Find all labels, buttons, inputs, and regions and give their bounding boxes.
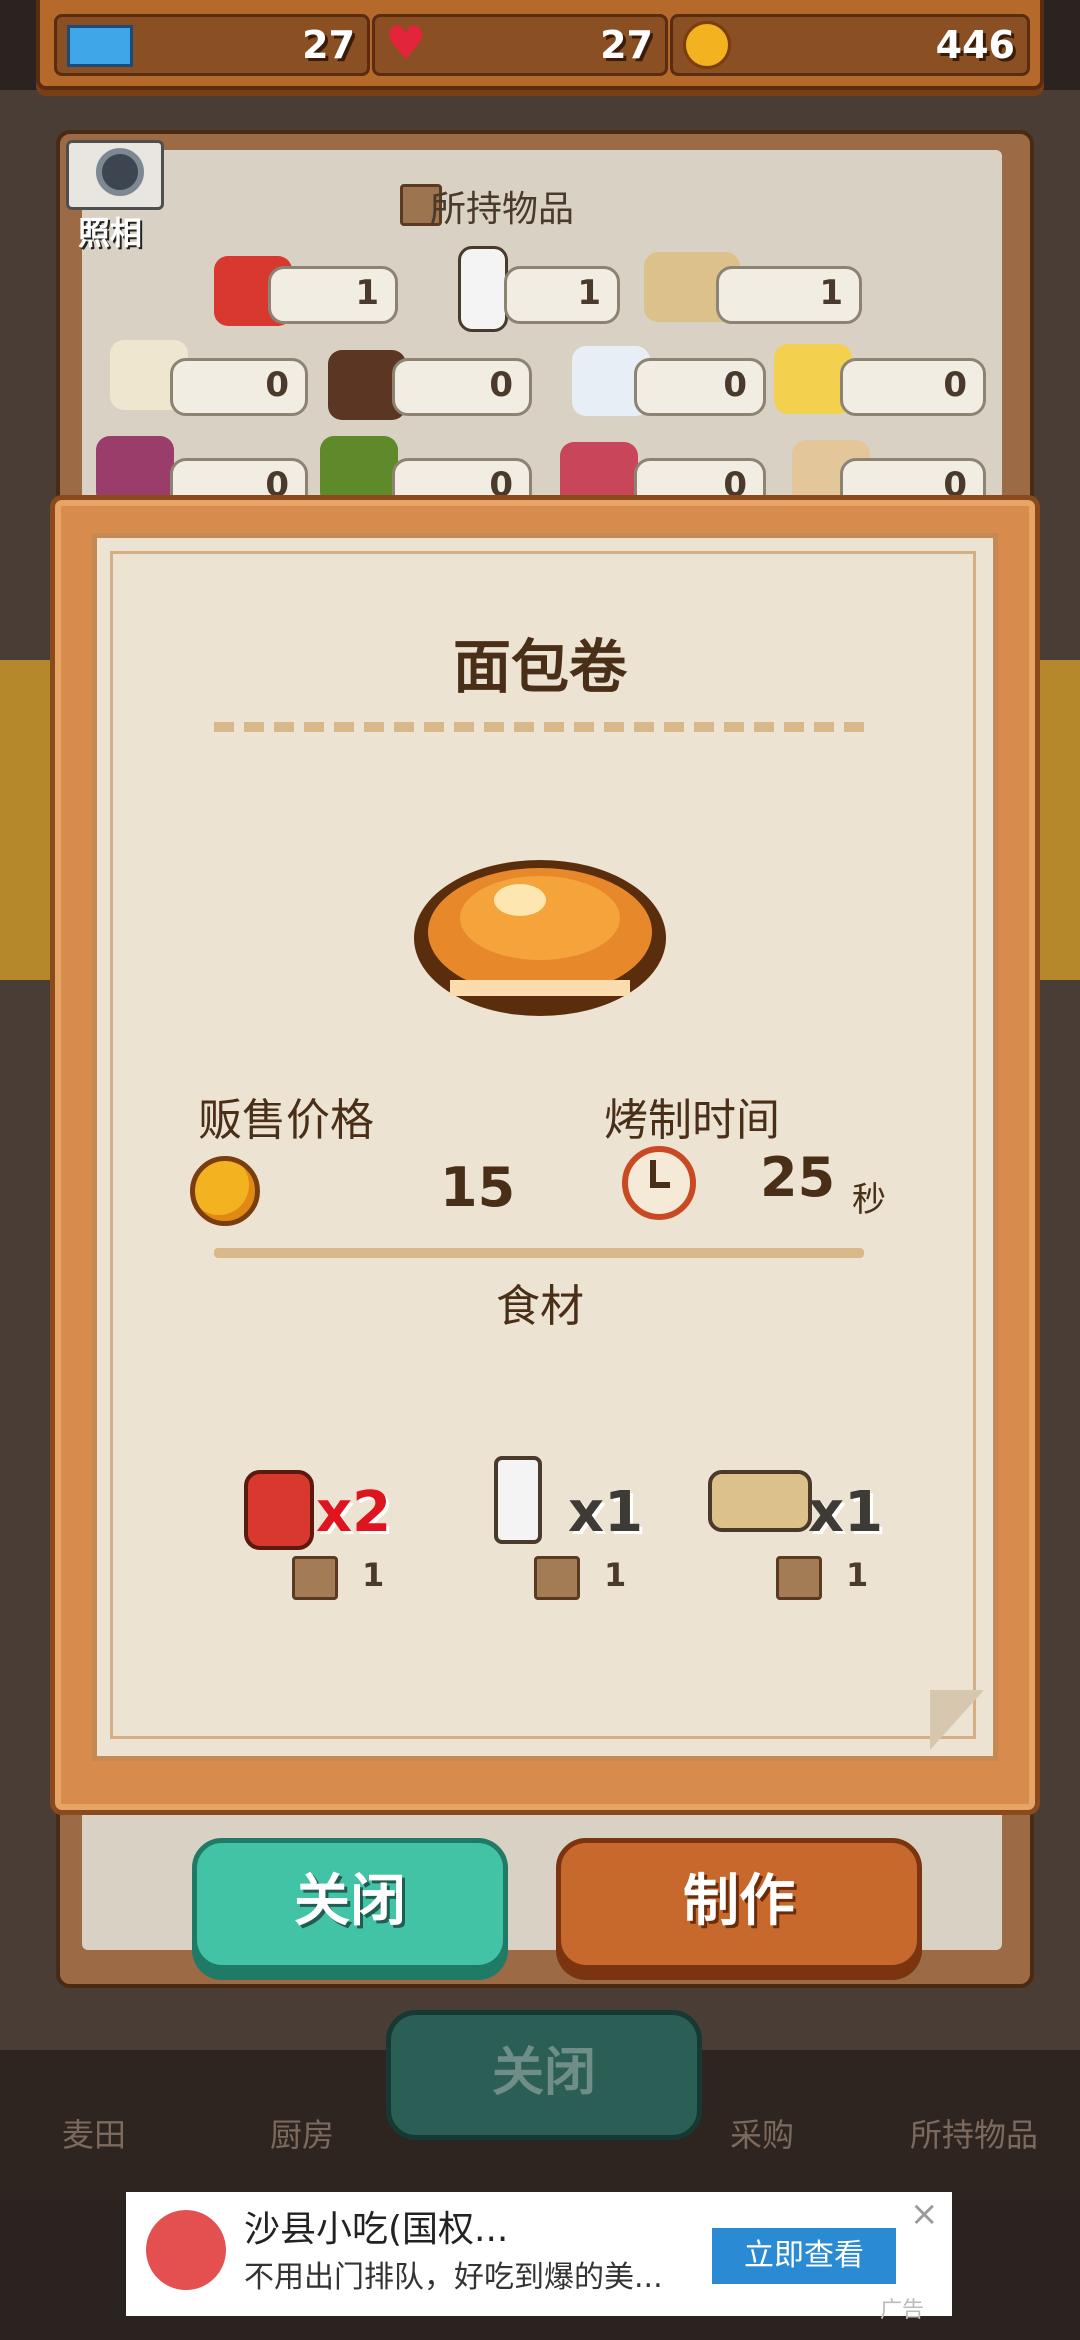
ad-logo [146,2210,226,2290]
inventory-slot[interactable]: 0 [392,358,532,416]
slot-count: 1 [355,273,379,313]
price-label: 贩售价格 [198,1095,374,1146]
inventory-slot[interactable]: 1 [504,266,620,324]
ingredient-need: x1 [808,1480,884,1545]
coin-count: 446 [935,23,1015,67]
inventory-title: 所持物品 [430,189,575,230]
time-value: 25 [760,1146,836,1209]
time-unit: 秒 [852,1180,886,1220]
close-button[interactable]: 关闭 [192,1838,508,1970]
nav-close-button[interactable]: 关闭 [386,2010,702,2140]
box-icon [534,1556,580,1600]
ad-description: 不用出门排队，好吃到爆的美... [244,2260,663,2295]
coin-icon [683,21,731,69]
coin-counter: 446 [670,14,1030,76]
butter-egg-icon [708,1470,812,1532]
box-icon [776,1556,822,1600]
ticket-counter: 27 [54,14,370,76]
camera-label: 照相 [78,214,143,252]
title-divider [214,722,864,732]
nav-item-inventory[interactable]: 所持物品 [910,2110,1038,2156]
nav-item-field[interactable]: 麦田 [62,2110,126,2156]
section-divider [214,1248,864,1258]
ingredient-need: x2 [316,1480,392,1545]
inventory-slot[interactable]: 0 [840,358,986,416]
slot-count: 1 [819,273,843,313]
slot-count: 0 [489,365,513,405]
bread-roll-icon [414,860,666,1016]
ingredient-own: 1 [362,1556,385,1594]
heart-counter: ♥ 27 [372,14,668,76]
camera-icon [96,148,144,196]
clock-hand [650,1182,670,1188]
slot-count: 0 [723,365,747,405]
inventory-slot[interactable]: 1 [716,266,862,324]
coin-icon [190,1156,260,1226]
inventory-slot[interactable]: 1 [268,266,398,324]
inventory-slot[interactable]: 0 [634,358,766,416]
ingredient-own: 1 [604,1556,627,1594]
heart-icon: ♥ [385,16,427,70]
heart-count: 27 [600,23,653,67]
slot-count: 1 [577,273,601,313]
ad-view-button[interactable]: 立即查看 [712,2228,896,2284]
ad-tag: 广告 [880,2298,925,2323]
make-button[interactable]: 制作 [556,1838,922,1970]
ad-title: 沙县小吃(国权... [244,2209,509,2250]
nav-item-kitchen[interactable]: 厨房 [270,2110,334,2156]
time-label: 烤制时间 [604,1095,780,1146]
top-hud: 27 ♥ 27 446 [36,0,1044,90]
ingredient-own: 1 [846,1556,869,1594]
milk-bottle-icon [458,246,508,332]
milk-bottle-icon [494,1456,542,1544]
ticket-icon [67,25,133,67]
nav-item-purchase[interactable]: 采购 [730,2110,794,2156]
ingredient-need: x1 [568,1480,644,1545]
box-icon [292,1556,338,1600]
recipe-title: 面包卷 [452,633,627,701]
slot-count: 0 [265,365,289,405]
ingredients-title: 食材 [496,1281,584,1332]
ad-close-icon[interactable]: × [910,2194,939,2234]
inventory-slot[interactable]: 0 [170,358,308,416]
slot-count: 0 [943,365,967,405]
ticket-count: 27 [302,23,355,67]
flour-bag-icon [244,1470,314,1550]
price-value: 15 [440,1156,516,1219]
